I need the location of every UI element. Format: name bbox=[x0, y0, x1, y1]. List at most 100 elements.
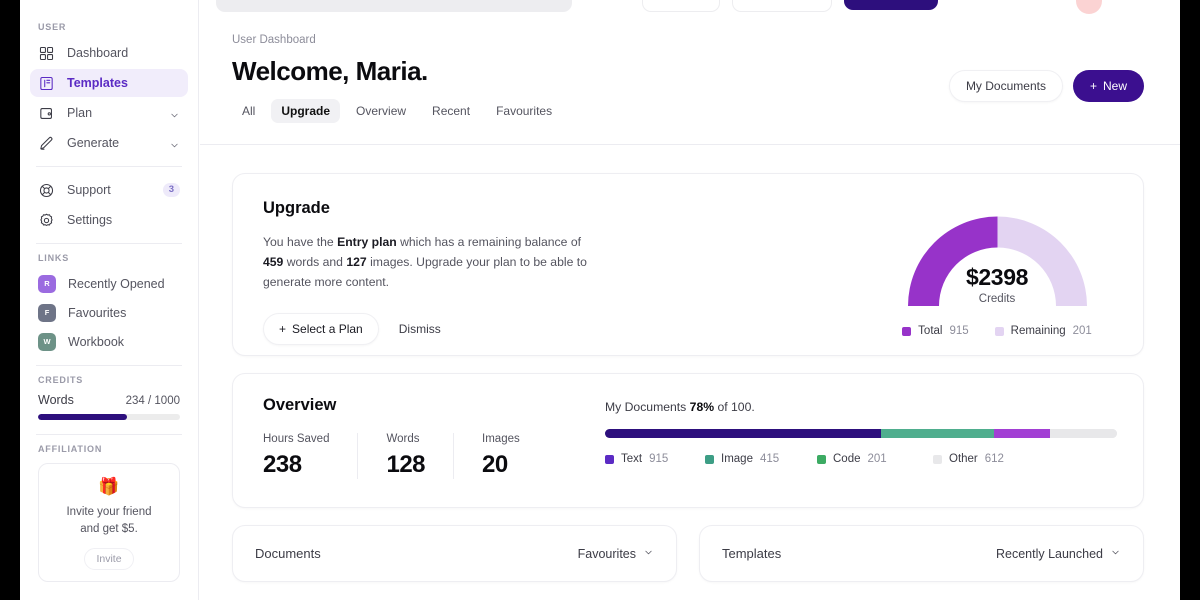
pen-icon bbox=[38, 135, 55, 152]
new-button-label: New bbox=[1103, 79, 1127, 93]
dashboard-content: Upgrade You have the Entry plan which ha… bbox=[200, 145, 1180, 600]
chevron-down-icon[interactable] bbox=[169, 138, 180, 149]
divider bbox=[36, 365, 182, 366]
legend-item-text: Text 915 bbox=[605, 453, 705, 465]
sidebar-item-label: Dashboard bbox=[67, 46, 180, 60]
credits-label: Words bbox=[38, 393, 74, 407]
sidebar-link-favourites[interactable]: F Favourites bbox=[30, 298, 188, 327]
overview-stats: Hours Saved 238 Words 128 Images 20 bbox=[263, 433, 605, 479]
tab-favourites[interactable]: Favourites bbox=[486, 99, 562, 123]
tab-overview[interactable]: Overview bbox=[346, 99, 416, 123]
bottom-cards: Documents Favourites Templates Recently … bbox=[232, 525, 1144, 582]
sidebar-item-label: Generate bbox=[67, 136, 157, 150]
legend-item-code: Code 201 bbox=[817, 453, 933, 465]
sidebar-item-dashboard[interactable]: Dashboard bbox=[30, 39, 188, 67]
legend-label: Total bbox=[918, 325, 942, 337]
new-button[interactable]: + New bbox=[1073, 70, 1144, 102]
recently-opened-icon: R bbox=[38, 275, 56, 293]
upgrade-words-count: 459 bbox=[263, 255, 283, 269]
stat-label: Words bbox=[386, 433, 425, 445]
sidebar-item-label: Support bbox=[67, 183, 151, 197]
sidebar-item-label: Settings bbox=[67, 213, 180, 227]
bar-segment-code bbox=[994, 429, 1050, 438]
documents-filter-select[interactable]: Favourites bbox=[578, 547, 654, 561]
sidebar-item-templates[interactable]: Templates bbox=[30, 69, 188, 97]
legend-item-remaining: Remaining 201 bbox=[995, 325, 1092, 337]
credits-row: Words 234 / 1000 bbox=[30, 393, 188, 407]
main-content: User Dashboard Welcome, Maria. All Upgra… bbox=[200, 0, 1180, 600]
avatar[interactable] bbox=[1076, 0, 1102, 14]
select-a-plan-button[interactable]: + Select a Plan bbox=[263, 313, 379, 345]
sidebar-link-label: Workbook bbox=[68, 335, 124, 349]
legend-label: Remaining bbox=[1011, 325, 1066, 337]
toolbar-pill-two[interactable] bbox=[732, 0, 832, 12]
overview-card: Overview Hours Saved 238 Words 128 Image… bbox=[232, 373, 1144, 508]
documents-card-title: Documents bbox=[255, 546, 321, 561]
dismiss-button[interactable]: Dismiss bbox=[399, 322, 441, 336]
sidebar-item-label: Templates bbox=[67, 76, 180, 90]
gauge-legend: Total 915 Remaining 201 bbox=[902, 325, 1092, 337]
legend-label: Code bbox=[833, 453, 861, 465]
my-documents-button[interactable]: My Documents bbox=[949, 70, 1063, 102]
legend-item-total: Total 915 bbox=[902, 325, 968, 337]
page-header: User Dashboard Welcome, Maria. All Upgra… bbox=[200, 0, 1180, 123]
tab-recent[interactable]: Recent bbox=[422, 99, 480, 123]
breadcrumb: User Dashboard bbox=[232, 34, 1144, 46]
chevron-down-icon bbox=[1110, 547, 1121, 561]
legend-swatch bbox=[605, 455, 614, 464]
affiliation-line-1: Invite your friend bbox=[66, 506, 151, 518]
toolbar-pill-one[interactable] bbox=[642, 0, 720, 12]
bar-segment-image bbox=[881, 429, 994, 438]
legend-swatch bbox=[995, 327, 1004, 336]
lifebuoy-icon bbox=[38, 182, 55, 199]
stat-label: Images bbox=[482, 433, 520, 445]
upgrade-title: Upgrade bbox=[263, 199, 877, 218]
templates-card-title: Templates bbox=[722, 546, 781, 561]
tab-upgrade[interactable]: Upgrade bbox=[271, 99, 340, 123]
sidebar-section-links: LINKS bbox=[30, 253, 188, 263]
invite-button[interactable]: Invite bbox=[84, 548, 133, 570]
app-window: USER Dashboard Templates Plan bbox=[20, 0, 1180, 600]
divider bbox=[36, 243, 182, 244]
legend-label: Text bbox=[621, 453, 642, 465]
stacked-bar-legend: Text 915 Image 415 Code 201 bbox=[605, 453, 1117, 465]
sidebar-link-workbook[interactable]: W Workbook bbox=[30, 327, 188, 356]
sidebar-section-credits: CREDITS bbox=[30, 375, 188, 385]
gauge-value: $2398 bbox=[890, 264, 1105, 291]
workbook-icon: W bbox=[38, 333, 56, 351]
stat-hours-saved: Hours Saved 238 bbox=[263, 433, 358, 479]
tab-all[interactable]: All bbox=[232, 99, 265, 123]
toolbar-primary-button[interactable] bbox=[844, 0, 938, 10]
stat-words: Words 128 bbox=[386, 433, 454, 479]
bar-segment-other bbox=[1050, 429, 1117, 438]
legend-value: 612 bbox=[985, 453, 1004, 465]
documents-filter-value: Favourites bbox=[578, 547, 636, 561]
sidebar-item-generate[interactable]: Generate bbox=[30, 129, 188, 157]
upgrade-description: You have the Entry plan which has a rema… bbox=[263, 233, 588, 292]
credits-progress-fill bbox=[38, 414, 127, 420]
stat-value: 20 bbox=[482, 451, 520, 479]
search-input[interactable] bbox=[216, 0, 572, 12]
stat-images: Images 20 bbox=[482, 433, 548, 479]
sidebar-item-settings[interactable]: Settings bbox=[30, 206, 188, 234]
upgrade-plan-name: Entry plan bbox=[337, 235, 397, 249]
gift-icon: 🎁 bbox=[49, 478, 169, 495]
upgrade-text-mid1: which has a remaining balance of bbox=[397, 235, 581, 249]
overview-card-left: Overview Hours Saved 238 Words 128 Image… bbox=[263, 396, 605, 485]
templates-filter-select[interactable]: Recently Launched bbox=[996, 547, 1121, 561]
sidebar-link-recently-opened[interactable]: R Recently Opened bbox=[30, 269, 188, 298]
gauge-center-text: $2398 Credits bbox=[890, 264, 1105, 305]
legend-value: 201 bbox=[1073, 325, 1092, 337]
chevron-down-icon[interactable] bbox=[169, 108, 180, 119]
sidebar-item-support[interactable]: Support 3 bbox=[30, 176, 188, 204]
affiliation-line-2: and get $5. bbox=[80, 523, 138, 535]
sidebar-item-plan[interactable]: Plan bbox=[30, 99, 188, 127]
legend-value: 915 bbox=[949, 325, 968, 337]
sidebar-section-user: USER bbox=[30, 22, 188, 32]
sidebar-link-label: Recently Opened bbox=[68, 277, 165, 291]
legend-swatch bbox=[933, 455, 942, 464]
sidebar-section-affiliation: AFFILIATION bbox=[30, 444, 188, 454]
legend-label: Other bbox=[949, 453, 978, 465]
templates-icon bbox=[38, 75, 55, 92]
legend-swatch bbox=[705, 455, 714, 464]
